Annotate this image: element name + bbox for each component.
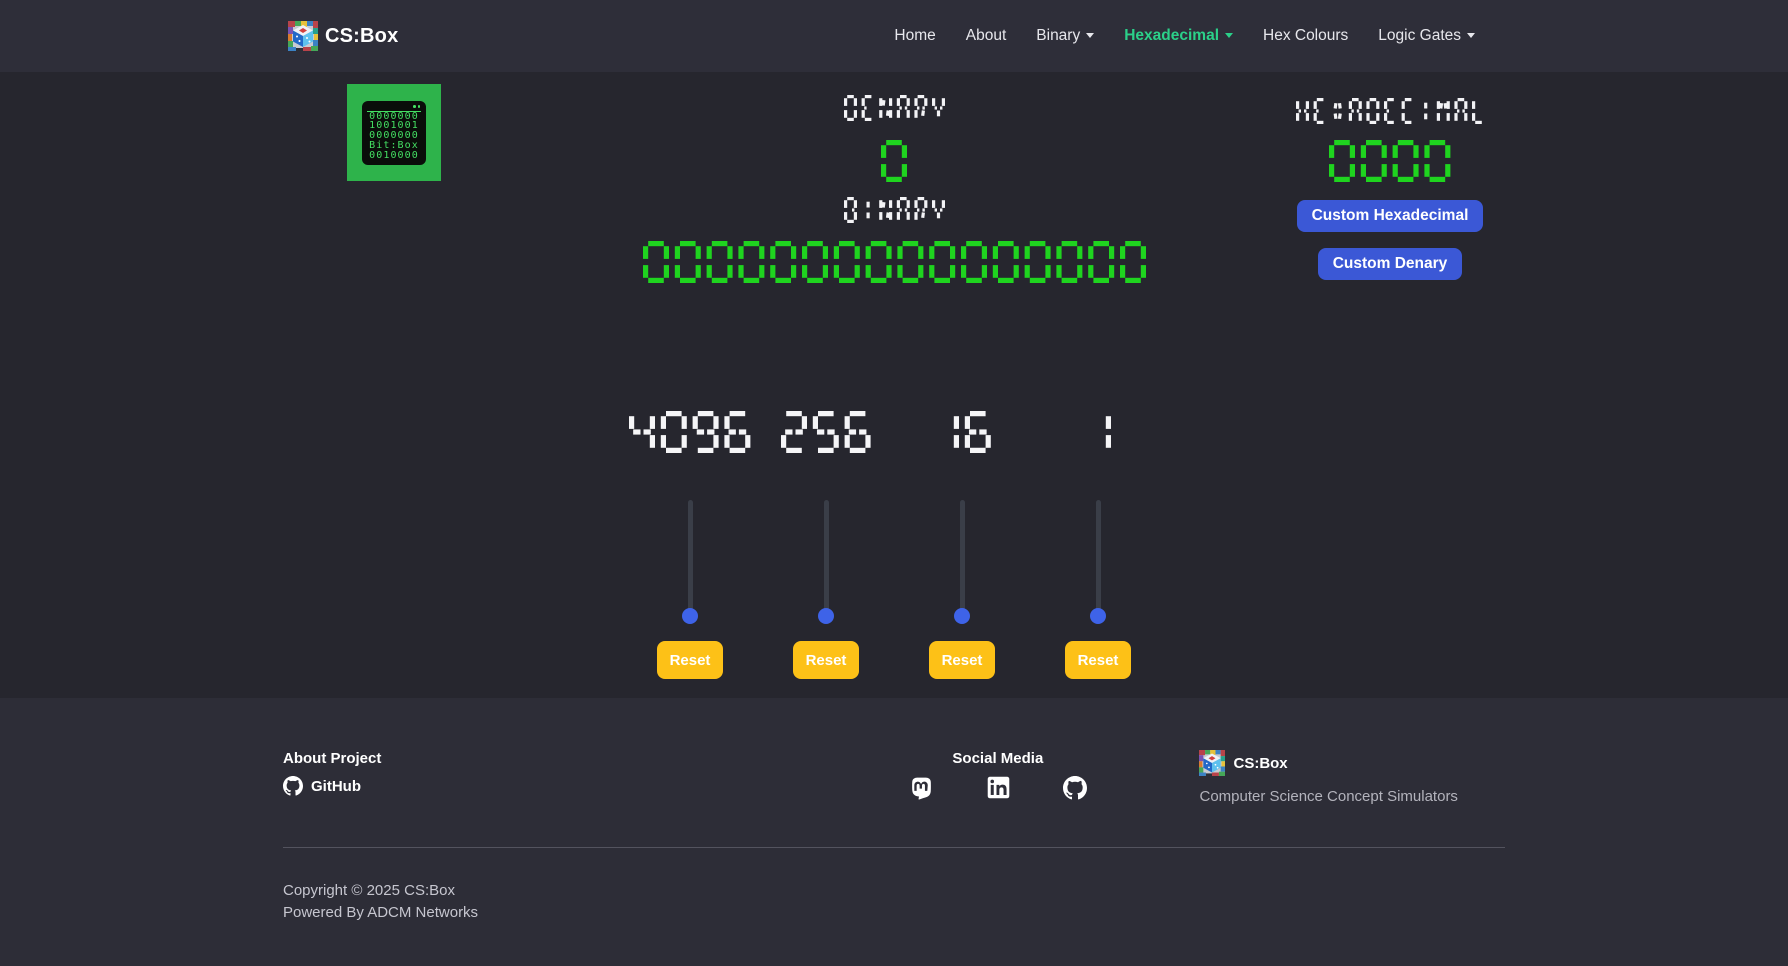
footer-about-column: About Project GitHub [283,750,796,805]
slider-column-256: Reset [771,411,881,679]
slider-256[interactable] [818,500,834,618]
slider-column-1: Reset [1043,411,1153,679]
hexadecimal-heading [1296,98,1485,124]
brand-link[interactable]: CS:Box [288,21,398,51]
github-social-link[interactable] [1063,776,1087,801]
nav-item-binary-dropdown[interactable]: Binary [1021,19,1109,52]
footer-brand-title: CS:Box [1233,755,1287,772]
slider-track[interactable] [688,500,693,618]
hexadecimal-simulator-page: 0000000 1001001 0000000 Bit:Box 0010000 [0,72,1788,698]
social-media-heading: Social Media [796,750,1199,767]
nav-item-home[interactable]: Home [879,19,950,52]
brand-title: CS:Box [325,25,398,48]
footer-divider [283,847,1505,848]
about-project-heading: About Project [283,750,796,767]
slider-1[interactable] [1090,500,1106,618]
slider-thumb[interactable] [682,608,698,624]
slider-track[interactable] [1096,500,1101,618]
csbox-logo-icon [1199,750,1225,776]
top-navbar: CS:Box Home About Binary Hexadecimal Hex… [0,0,1788,72]
nav-links: Home About Binary Hexadecimal Hex Colour… [879,27,1490,45]
slider-column-16: Reset [907,411,1017,679]
social-icons-row [796,776,1199,801]
github-icon [1063,776,1087,800]
nav-item-logic-gates-dropdown[interactable]: Logic Gates [1363,19,1490,52]
binary-heading [844,197,945,223]
slider-thumb[interactable] [818,608,834,624]
footer-brand-column: CS:Box Computer Science Concept Simulato… [1199,750,1505,805]
slider-track[interactable] [824,500,829,618]
reset-button-256[interactable]: Reset [793,641,859,679]
slider-thumb[interactable] [954,608,970,624]
nav-item-hex-colours[interactable]: Hex Colours [1248,19,1363,52]
custom-denary-button[interactable]: Custom Denary [1318,248,1463,280]
nav-item-about[interactable]: About [951,19,1022,52]
nav-item-hexadecimal-dropdown[interactable]: Hexadecimal [1109,19,1248,52]
place-value-256 [781,411,871,453]
slider-column-4096: Reset [635,411,745,679]
denary-heading [844,95,945,121]
page-footer: About Project GitHub Social Media CS:Box [0,698,1788,966]
place-value-sliders: Reset Reset Reset [283,411,1505,679]
place-value-16 [933,411,991,453]
chevron-down-icon [1225,33,1233,38]
csbox-logo-icon [288,21,318,51]
slider-4096[interactable] [682,500,698,618]
slider-thumb[interactable] [1090,608,1106,624]
powered-by-text: Powered By ADCM Networks [283,902,1505,924]
denary-display [881,140,907,182]
chevron-down-icon [1467,33,1475,38]
place-value-4096 [629,411,750,453]
slider-track[interactable] [960,500,965,618]
linkedin-link[interactable] [987,776,1010,801]
place-value-1 [1085,411,1111,453]
github-link-label: GitHub [311,778,361,795]
copyright-text: Copyright © 2025 CS:Box [283,880,1505,902]
footer-social-column: Social Media [796,750,1199,805]
reset-button-1[interactable]: Reset [1065,641,1131,679]
converter-panel: 0000000 1001001 0000000 Bit:Box 0010000 [283,72,1505,283]
reset-button-16[interactable]: Reset [929,641,995,679]
github-icon [283,776,303,796]
chevron-down-icon [1086,33,1094,38]
custom-hexadecimal-button[interactable]: Custom Hexadecimal [1297,200,1484,232]
reset-button-4096[interactable]: Reset [657,641,723,679]
mastodon-link[interactable] [909,776,934,801]
slider-16[interactable] [954,500,970,618]
mastodon-icon [909,776,934,801]
footer-tagline: Computer Science Concept Simulators [1199,788,1505,805]
hexadecimal-column: Custom Hexadecimal Custom Denary [1285,98,1495,280]
binary-display [643,241,1146,283]
linkedin-icon [987,776,1010,799]
github-repo-link[interactable]: GitHub [283,776,361,796]
hexadecimal-display [1329,140,1450,182]
